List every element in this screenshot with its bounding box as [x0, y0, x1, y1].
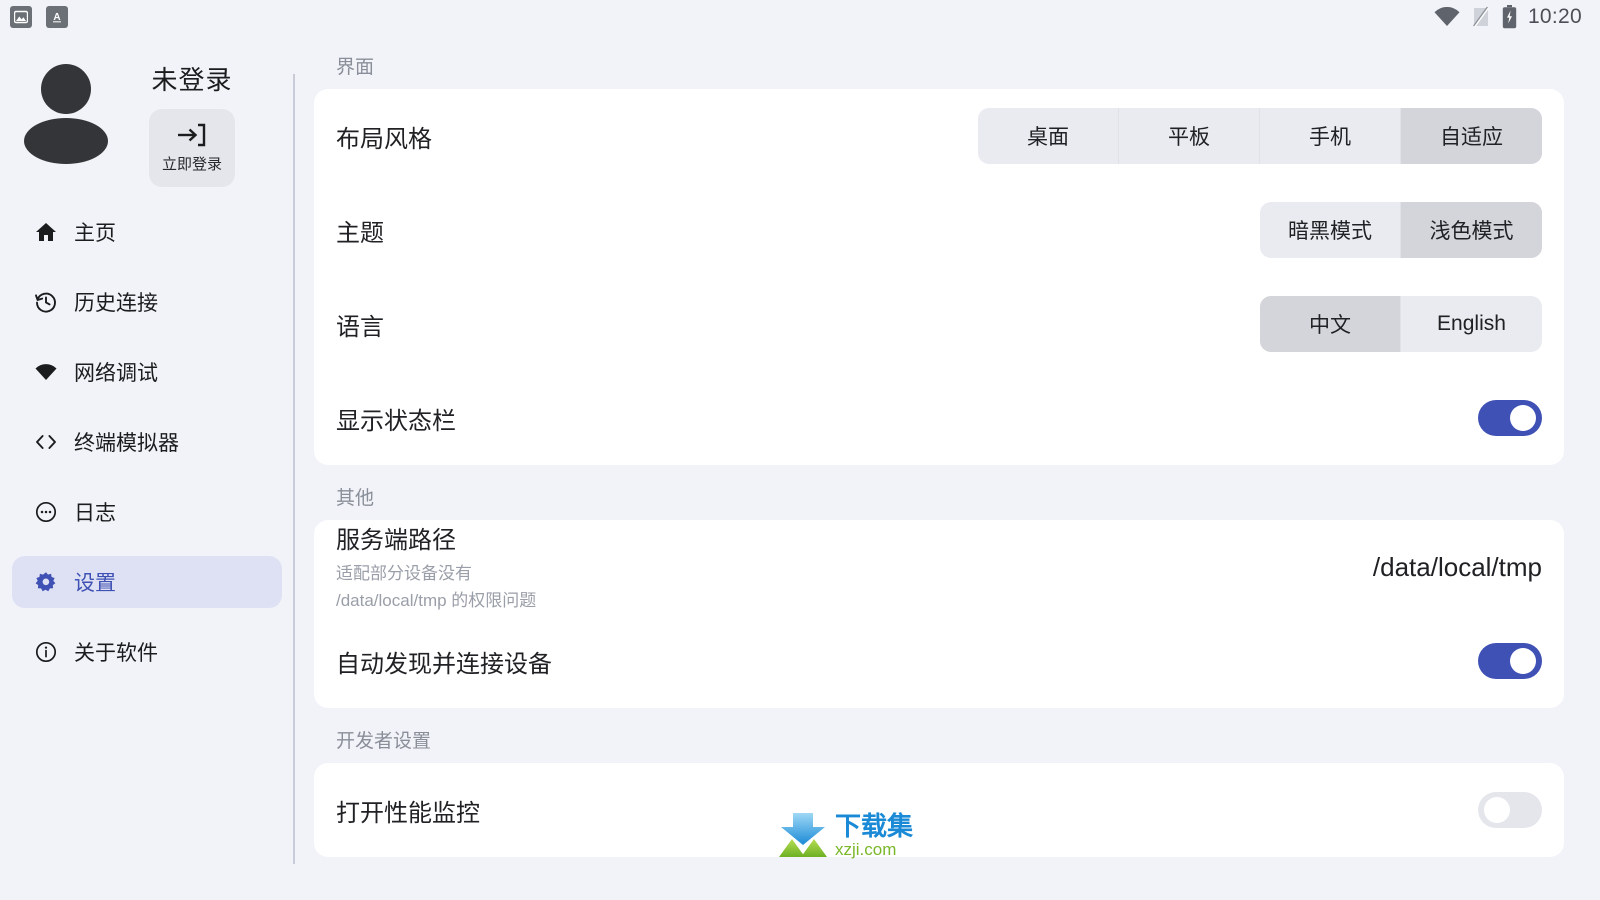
setting-row-performance-monitor: 打开性能监控 — [314, 763, 1564, 857]
section-title-developer: 开发者设置 — [336, 731, 432, 752]
login-arrow-icon — [178, 123, 206, 147]
setting-label: 布局风格 — [336, 125, 432, 153]
sidebar-item-about[interactable]: 关于软件 — [12, 626, 282, 678]
sidebar-item-label: 关于软件 — [74, 642, 158, 665]
setting-label: 语言 — [336, 313, 384, 341]
setting-row-layout-style: 布局风格 桌面 平板 手机 自适应 — [314, 89, 1564, 183]
theme-option-dark[interactable]: 暗黑模式 — [1260, 202, 1401, 258]
setting-description: 适配部分设备没有 /data/local/tmp 的权限问题 — [336, 561, 1353, 614]
battery-charging-icon — [1502, 5, 1517, 29]
login-button[interactable]: 立即登录 — [149, 109, 235, 187]
sidebar-item-network-debug[interactable]: 网络调试 — [12, 346, 282, 398]
setting-label: 主题 — [336, 219, 384, 247]
sidebar-item-log[interactable]: 日志 — [12, 486, 282, 538]
avatar-icon — [24, 64, 108, 174]
settings-content: 界面 布局风格 桌面 平板 手机 自适应 主题 暗黑模式 浅色模式 语言 中文 … — [296, 34, 1600, 900]
image-notification-icon — [10, 6, 32, 28]
setting-row-theme: 主题 暗黑模式 浅色模式 — [314, 183, 1564, 277]
theme-segmented-control[interactable]: 暗黑模式 浅色模式 — [1260, 202, 1542, 258]
language-option-english[interactable]: English — [1401, 296, 1542, 352]
layout-option-desktop[interactable]: 桌面 — [978, 108, 1119, 164]
sidebar-item-label: 设置 — [74, 572, 116, 595]
setting-label: 显示状态栏 — [336, 407, 456, 435]
setting-description-line2: /data/local/tmp 的权限问题 — [336, 590, 537, 610]
wifi-solid-icon — [34, 360, 58, 384]
sidebar-item-terminal[interactable]: 终端模拟器 — [12, 416, 282, 468]
profile-section: 未登录 立即登录 — [0, 34, 294, 194]
signal-off-icon — [1471, 6, 1491, 28]
section-title-other: 其他 — [336, 488, 375, 509]
profile-name: 未登录 — [151, 65, 233, 95]
status-bar: A 10:20 — [0, 0, 1600, 34]
sidebar-item-settings[interactable]: 设置 — [12, 556, 282, 608]
language-segmented-control[interactable]: 中文 English — [1260, 296, 1542, 352]
sidebar-item-label: 网络调试 — [74, 362, 158, 385]
sidebar-item-label: 主页 — [74, 222, 116, 245]
status-bar-clock: 10:20 — [1527, 5, 1582, 28]
settings-app: A 10:20 未登录 立即登录 主页 历史连接 网络调试 终端模拟器 日志 设… — [0, 0, 1600, 900]
section-title-interface: 界面 — [336, 57, 375, 78]
setting-row-server-path[interactable]: 服务端路径 适配部分设备没有 /data/local/tmp 的权限问题 /da… — [314, 520, 1564, 614]
sidebar: 未登录 立即登录 主页 历史连接 网络调试 终端模拟器 日志 设置 关于软件 — [0, 34, 295, 900]
interface-settings-card: 布局风格 桌面 平板 手机 自适应 主题 暗黑模式 浅色模式 语言 中文 Eng… — [314, 89, 1564, 465]
server-path-value: /data/local/tmp — [1372, 551, 1542, 582]
developer-settings-card: 打开性能监控 — [314, 763, 1564, 857]
wifi-icon — [1434, 6, 1460, 27]
status-bar-notifications: A — [10, 6, 68, 28]
home-icon — [34, 220, 58, 244]
layout-style-segmented-control[interactable]: 桌面 平板 手机 自适应 — [978, 108, 1542, 164]
sidebar-divider — [293, 74, 295, 864]
sidebar-nav: 主页 历史连接 网络调试 终端模拟器 日志 设置 关于软件 — [0, 206, 294, 678]
setting-row-show-statusbar: 显示状态栏 — [314, 371, 1564, 465]
setting-row-language: 语言 中文 English — [314, 277, 1564, 371]
status-bar-indicators: 10:20 — [1434, 5, 1582, 29]
login-button-label: 立即登录 — [161, 156, 222, 173]
info-circle-icon — [34, 640, 58, 664]
auto-discover-toggle[interactable] — [1478, 643, 1542, 679]
theme-option-light[interactable]: 浅色模式 — [1401, 202, 1542, 258]
show-statusbar-toggle[interactable] — [1478, 400, 1542, 436]
setting-label: 自动发现并连接设备 — [336, 650, 552, 678]
sidebar-item-label: 终端模拟器 — [74, 432, 179, 455]
code-brackets-icon — [34, 430, 58, 454]
dots-circle-icon — [34, 500, 58, 524]
setting-description-line1: 适配部分设备没有 — [336, 564, 472, 584]
layout-option-adaptive[interactable]: 自适应 — [1401, 108, 1542, 164]
sidebar-item-history[interactable]: 历史连接 — [12, 276, 282, 328]
setting-label: 服务端路径 — [336, 527, 456, 555]
layout-option-phone[interactable]: 手机 — [1260, 108, 1401, 164]
language-option-chinese[interactable]: 中文 — [1260, 296, 1401, 352]
sidebar-item-label: 历史连接 — [74, 292, 158, 315]
keyboard-language-icon: A — [46, 6, 68, 28]
performance-monitor-toggle[interactable] — [1478, 792, 1542, 828]
other-settings-card: 服务端路径 适配部分设备没有 /data/local/tmp 的权限问题 /da… — [314, 520, 1564, 708]
layout-option-tablet[interactable]: 平板 — [1119, 108, 1260, 164]
setting-label: 打开性能监控 — [336, 799, 480, 827]
history-icon — [34, 290, 58, 314]
gear-icon — [34, 570, 58, 594]
sidebar-item-home[interactable]: 主页 — [12, 206, 282, 258]
sidebar-item-label: 日志 — [74, 502, 116, 525]
setting-row-auto-discover: 自动发现并连接设备 — [314, 614, 1564, 708]
